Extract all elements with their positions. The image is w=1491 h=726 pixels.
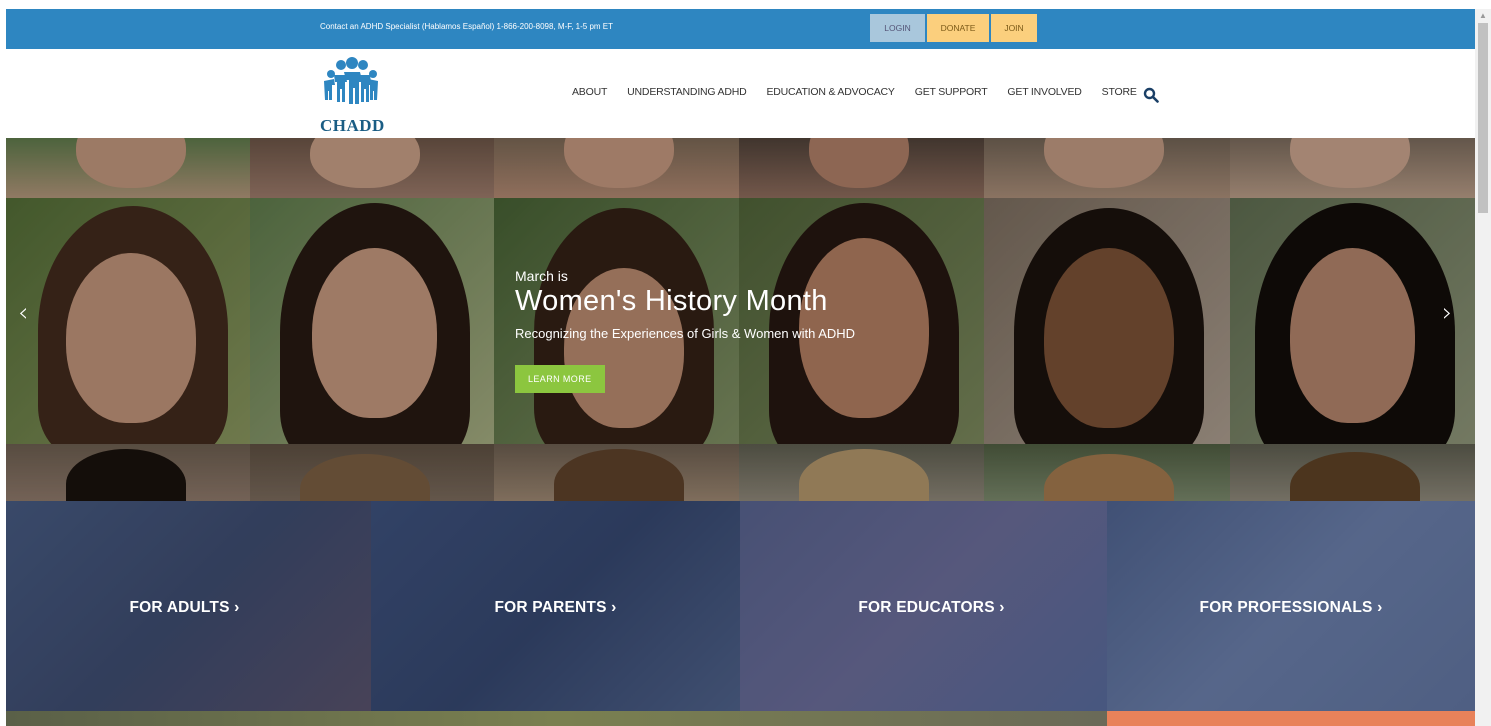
nav-item-education-advocacy[interactable]: EDUCATION & ADVOCACY bbox=[766, 86, 894, 98]
logo-text: CHADD bbox=[320, 116, 385, 135]
audience-tile-professionals[interactable]: FOR PROFESSIONALS › bbox=[1107, 501, 1475, 711]
hero-subtitle: Recognizing the Experiences of Girls & W… bbox=[515, 326, 856, 341]
next-section-strip bbox=[6, 711, 1107, 726]
top-bar: Contact an ADHD Specialist (Hablamos Esp… bbox=[6, 9, 1475, 49]
scroll-thumb[interactable] bbox=[1478, 23, 1488, 213]
hero-photo bbox=[739, 444, 984, 501]
audience-tile-educators[interactable]: FOR EDUCATORS › bbox=[740, 501, 1107, 711]
audience-label-adults: FOR ADULTS › bbox=[129, 599, 240, 616]
nav-item-store[interactable]: STORE bbox=[1102, 86, 1137, 98]
hero-photo bbox=[250, 198, 494, 444]
audience-tile-parents[interactable]: FOR PARENTS › bbox=[371, 501, 740, 711]
scroll-up-arrow-icon[interactable]: ▲ bbox=[1475, 9, 1491, 23]
hero-photo bbox=[739, 138, 984, 198]
hero-photo bbox=[6, 138, 250, 198]
nav-item-about[interactable]: ABOUT bbox=[572, 86, 607, 98]
hero-carousel: ‹ › March is Women's History Month Recog… bbox=[6, 138, 1475, 501]
hero-photo bbox=[984, 138, 1230, 198]
login-button[interactable]: LOGIN bbox=[870, 14, 925, 42]
nav-item-get-support[interactable]: GET SUPPORT bbox=[915, 86, 988, 98]
hero-photo bbox=[984, 198, 1230, 444]
search-icon[interactable] bbox=[1143, 87, 1159, 103]
page-scrollbar[interactable]: ▲ bbox=[1475, 9, 1491, 726]
hero-photo bbox=[984, 444, 1230, 501]
carousel-next-arrow[interactable]: › bbox=[1442, 298, 1452, 328]
hero-photo bbox=[1230, 138, 1475, 198]
hero-pre-title: March is bbox=[515, 268, 568, 284]
chadd-logo[interactable]: CHADD bbox=[306, 54, 396, 135]
hero-photo bbox=[6, 198, 250, 444]
hero-photo bbox=[494, 138, 739, 198]
hero-photo bbox=[1230, 444, 1475, 501]
audience-label-professionals: FOR PROFESSIONALS › bbox=[1199, 599, 1383, 616]
nav-item-understanding-adhd[interactable]: UNDERSTANDING ADHD bbox=[627, 86, 747, 98]
join-button[interactable]: JOIN bbox=[991, 14, 1037, 42]
hero-photo bbox=[250, 444, 494, 501]
chadd-homepage: Contact an ADHD Specialist (Hablamos Esp… bbox=[6, 9, 1475, 726]
contact-specialist-link[interactable]: Contact an ADHD Specialist (Hablamos Esp… bbox=[320, 22, 613, 31]
carousel-prev-arrow[interactable]: ‹ bbox=[18, 298, 28, 328]
chadd-logo-people-icon bbox=[324, 57, 378, 104]
main-nav: ABOUT UNDERSTANDING ADHD EDUCATION & ADV… bbox=[572, 86, 1157, 98]
next-section-strip bbox=[1107, 711, 1475, 726]
audience-label-parents: FOR PARENTS › bbox=[494, 599, 617, 616]
hero-photo bbox=[1230, 198, 1475, 444]
hero-caption: March is Women's History Month Recognizi… bbox=[515, 268, 855, 393]
audience-tile-adults[interactable]: FOR ADULTS › bbox=[6, 501, 371, 711]
audience-label-educators: FOR EDUCATORS › bbox=[858, 599, 1005, 616]
browser-page: Contact an ADHD Specialist (Hablamos Esp… bbox=[0, 0, 1491, 726]
learn-more-button[interactable]: LEARN MORE bbox=[515, 365, 605, 393]
site-header: CHADD ABOUT UNDERSTANDING ADHD EDUCATION… bbox=[6, 49, 1475, 138]
hero-photo bbox=[494, 444, 739, 501]
hero-title: Women's History Month bbox=[515, 285, 828, 317]
nav-item-get-involved[interactable]: GET INVOLVED bbox=[1007, 86, 1081, 98]
hero-photo bbox=[6, 444, 250, 501]
donate-button[interactable]: DONATE bbox=[927, 14, 989, 42]
hero-photo bbox=[250, 138, 494, 198]
